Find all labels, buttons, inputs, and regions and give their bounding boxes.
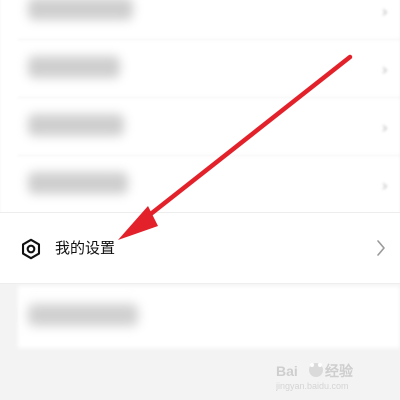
- blurred-label: [28, 56, 120, 78]
- chevron-right-icon: ›: [381, 2, 388, 21]
- blurred-list-item: ›: [0, 40, 400, 98]
- blurred-list-item: ›: [0, 98, 400, 156]
- blurred-list-item: ›: [0, 0, 400, 40]
- chevron-right-icon: ›: [381, 60, 388, 79]
- blurred-label: [28, 172, 128, 194]
- chevron-right-icon: [377, 240, 385, 256]
- blurred-bottom-section: [0, 286, 400, 400]
- blurred-label: [28, 114, 124, 136]
- my-settings-row[interactable]: 我的设置: [0, 212, 400, 284]
- blurred-label: [28, 0, 133, 20]
- chevron-right-icon: ›: [381, 118, 388, 137]
- my-settings-label: 我的设置: [55, 239, 116, 257]
- blurred-list-item: [18, 286, 400, 348]
- blurred-menu-list: › › › ›: [0, 0, 400, 214]
- blurred-list-item: ›: [0, 156, 400, 214]
- chevron-right-icon: ›: [381, 176, 388, 195]
- blurred-label: [28, 304, 138, 326]
- settings-page: › › › › 我的设置 Bai 经验 jingyan.baidu.com: [0, 0, 400, 400]
- settings-hexagon-icon: [21, 238, 41, 260]
